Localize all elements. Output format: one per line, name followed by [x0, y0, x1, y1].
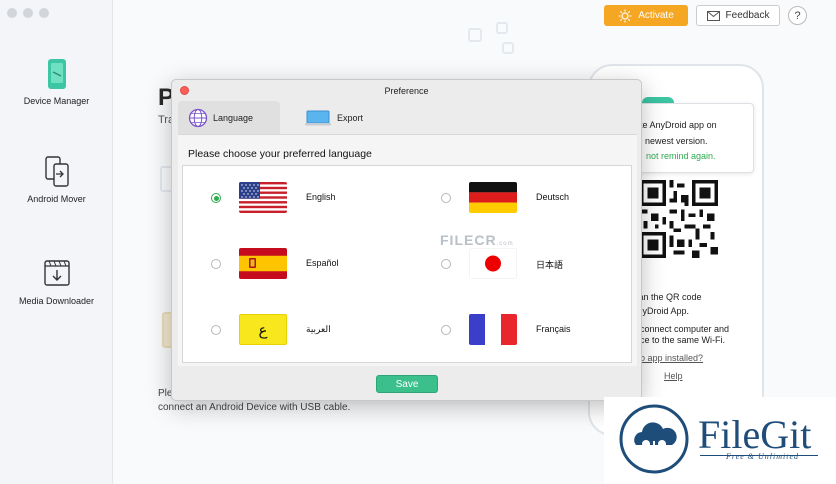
- dialog-title: Preference: [384, 86, 429, 96]
- arabic-flag: ع: [239, 314, 287, 345]
- do-not-remind-link[interactable]: not remind again.: [646, 151, 716, 161]
- qr-code: [640, 180, 718, 258]
- sidebar-item-label: Android Mover: [27, 194, 86, 204]
- sidebar-item-device-manager[interactable]: Device Manager: [0, 58, 113, 106]
- es-flag: [239, 248, 287, 279]
- de-flag: [469, 182, 517, 213]
- activate-button[interactable]: Activate: [604, 5, 688, 26]
- sun-icon: [618, 9, 632, 22]
- save-button[interactable]: Save: [376, 375, 438, 393]
- feedback-label: Feedback: [725, 10, 770, 21]
- wifi-instruction: ce to the same Wi-Fi.: [640, 335, 726, 345]
- us-flag: [239, 182, 287, 213]
- language-label: Español: [306, 258, 339, 268]
- bg-decoration: [502, 42, 514, 54]
- sidebar-item-label: Device Manager: [23, 96, 90, 106]
- preference-dialog: Preference Language Export Please choose…: [171, 79, 642, 401]
- tab-label: Export: [337, 112, 364, 123]
- language-label: English: [306, 192, 336, 202]
- phone-green-icon: [47, 59, 66, 89]
- language-label: العربية: [306, 324, 331, 334]
- globe-icon: [188, 108, 208, 127]
- help-link[interactable]: Help: [664, 371, 683, 381]
- language-label: Deutsch: [536, 192, 570, 202]
- tab-export[interactable]: Export: [294, 101, 398, 134]
- tab-language[interactable]: Language: [178, 101, 280, 134]
- transfer-icon: [44, 156, 69, 187]
- sidebar-item-label: Media Downloader: [18, 296, 95, 306]
- filegit-watermark: FileGit Free & Unlimited: [604, 397, 836, 484]
- radio-button[interactable]: [441, 325, 451, 335]
- radio-button[interactable]: [211, 325, 221, 335]
- tab-label: Language: [213, 112, 254, 123]
- fr-flag: [469, 314, 517, 345]
- tab-bar: Language Export: [178, 101, 398, 134]
- radio-button[interactable]: [441, 259, 451, 269]
- language-label: 日本語: [536, 260, 564, 270]
- envelope-icon: [706, 10, 720, 21]
- wifi-instruction: connect computer and: [640, 324, 730, 334]
- sidebar-item-android-mover[interactable]: Android Mover: [0, 156, 113, 204]
- radio-button[interactable]: [441, 193, 451, 203]
- bg-decoration: [468, 28, 482, 42]
- filecr-suffix: .com: [496, 241, 514, 247]
- radio-button[interactable]: [211, 193, 221, 203]
- language-panel: Please choose your preferred language En…: [178, 134, 637, 366]
- radio-button[interactable]: [211, 259, 221, 269]
- minimize-window-button[interactable]: [23, 8, 33, 18]
- language-label: Français: [536, 324, 571, 334]
- bg-decoration: [496, 22, 508, 34]
- instruction-text: connect an Android Device with USB cable…: [158, 402, 351, 413]
- feedback-button[interactable]: Feedback: [696, 5, 780, 26]
- app-window: Device Manager Android Mover Media Downl…: [0, 0, 836, 484]
- filegit-name: FileGit: [698, 412, 812, 457]
- sidebar: Device Manager Android Mover Media Downl…: [0, 0, 113, 484]
- filegit-tagline: Free & Unlimited: [726, 452, 800, 461]
- language-list: English Deutsch Español 日本語 ع العربية Fr…: [182, 165, 632, 363]
- jp-flag: [469, 248, 517, 279]
- language-prompt: Please choose your preferred language: [188, 148, 372, 160]
- filegit-logo-icon: [619, 404, 689, 474]
- laptop-icon: [305, 110, 331, 125]
- activate-label: Activate: [638, 10, 674, 21]
- window-controls: [7, 8, 49, 18]
- help-button[interactable]: ?: [788, 6, 807, 25]
- zoom-window-button[interactable]: [39, 8, 49, 18]
- filecr-text: FILECR: [440, 232, 497, 248]
- close-window-button[interactable]: [7, 8, 17, 18]
- no-app-installed-link[interactable]: o app installed?: [640, 353, 703, 363]
- sidebar-item-media-downloader[interactable]: Media Downloader: [0, 258, 113, 306]
- arabic-flag-glyph: ع: [258, 321, 268, 339]
- filecr-watermark: FILECR.com: [440, 232, 514, 248]
- download-icon: [43, 260, 70, 286]
